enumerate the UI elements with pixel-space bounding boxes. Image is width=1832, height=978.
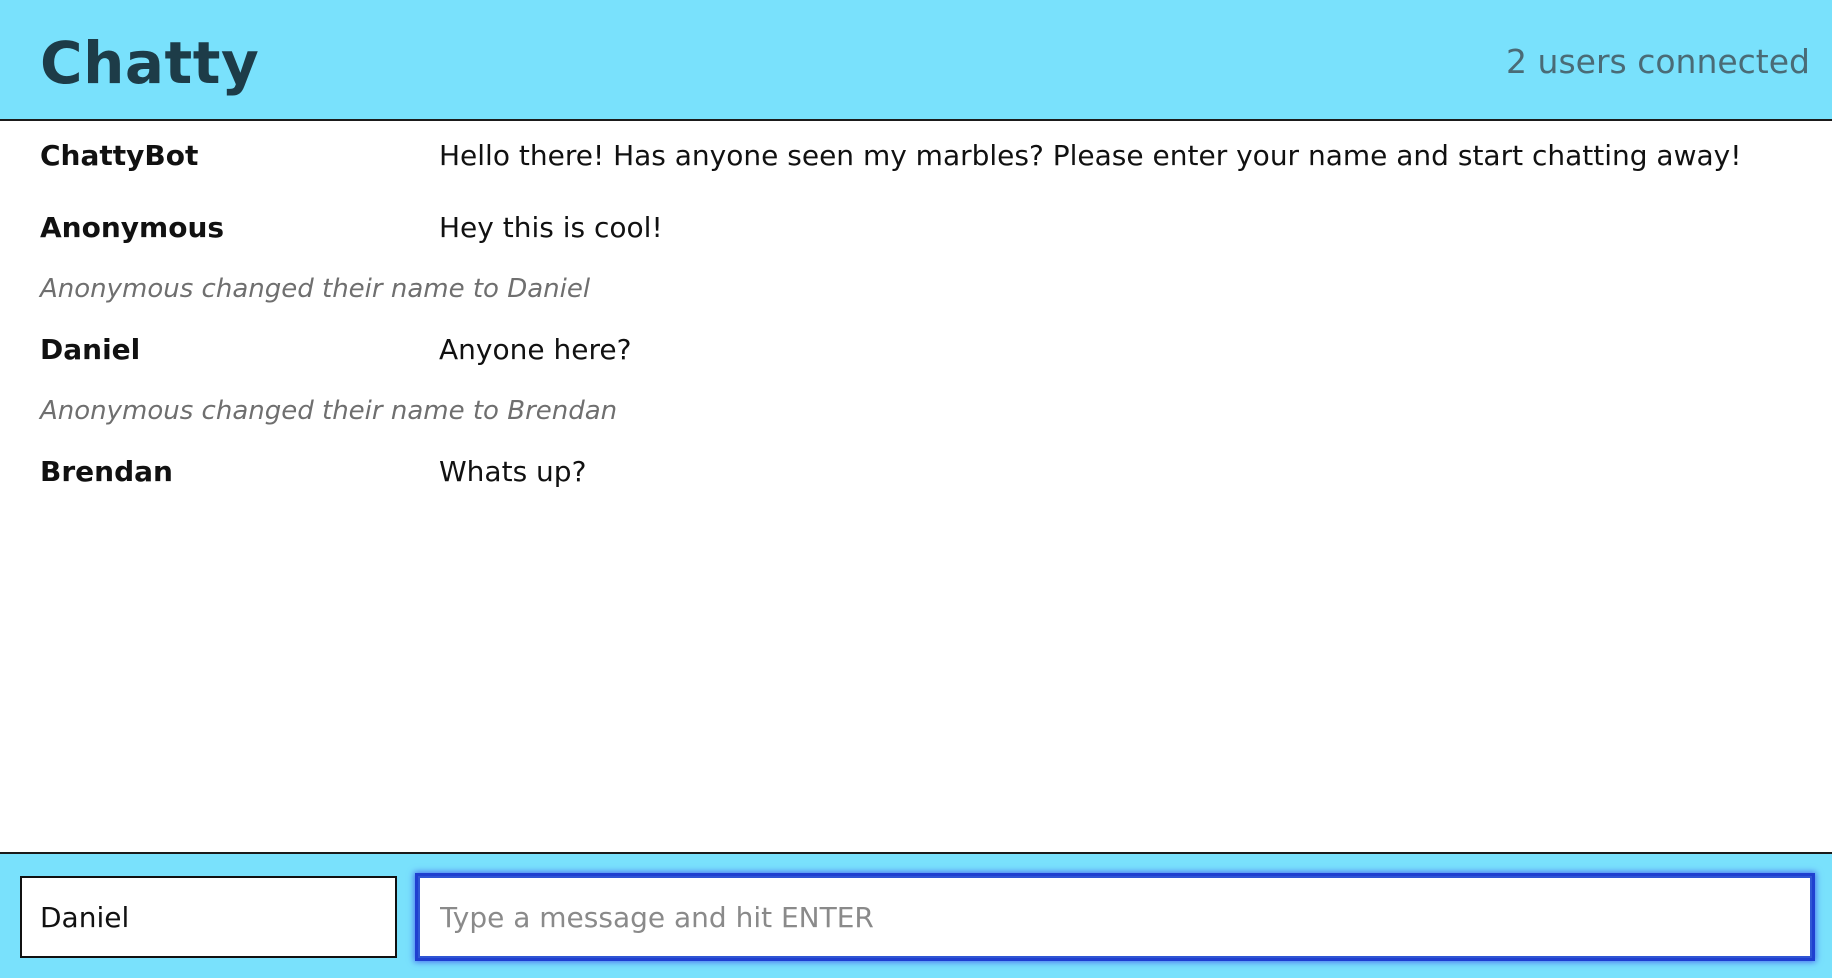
message-content: Hey this is cool! [439, 211, 663, 244]
username-input[interactable] [20, 876, 397, 958]
system-notification: Anonymous changed their name to Brendan [40, 396, 618, 426]
message-item: ChattyBot Hello there! Has anyone seen m… [0, 134, 1832, 178]
message-username: Brendan [40, 455, 173, 488]
message-content: Whats up? [439, 455, 587, 488]
app-title[interactable]: Chatty [40, 28, 259, 98]
message-input[interactable] [418, 876, 1812, 958]
system-notification: Anonymous changed their name to Daniel [40, 274, 591, 304]
message-item: Anonymous Hey this is cool! [0, 206, 1832, 250]
message-username: Anonymous [40, 211, 225, 244]
message-username: Daniel [40, 333, 141, 366]
message-item: Brendan Whats up? [0, 450, 1832, 494]
message-list[interactable]: ChattyBot Hello there! Has anyone seen m… [0, 121, 1832, 852]
chat-bar [0, 852, 1832, 978]
message-item: Daniel Anyone here? [0, 328, 1832, 372]
message-username: ChattyBot [40, 139, 199, 172]
navbar: Chatty 2 users connected [0, 0, 1832, 121]
message-content: Hello there! Has anyone seen my marbles?… [439, 139, 1742, 172]
users-connected-count: 2 users connected [1506, 42, 1810, 81]
message-content: Anyone here? [439, 333, 632, 366]
chat-app: Chatty 2 users connected ChattyBot Hello… [0, 0, 1832, 978]
